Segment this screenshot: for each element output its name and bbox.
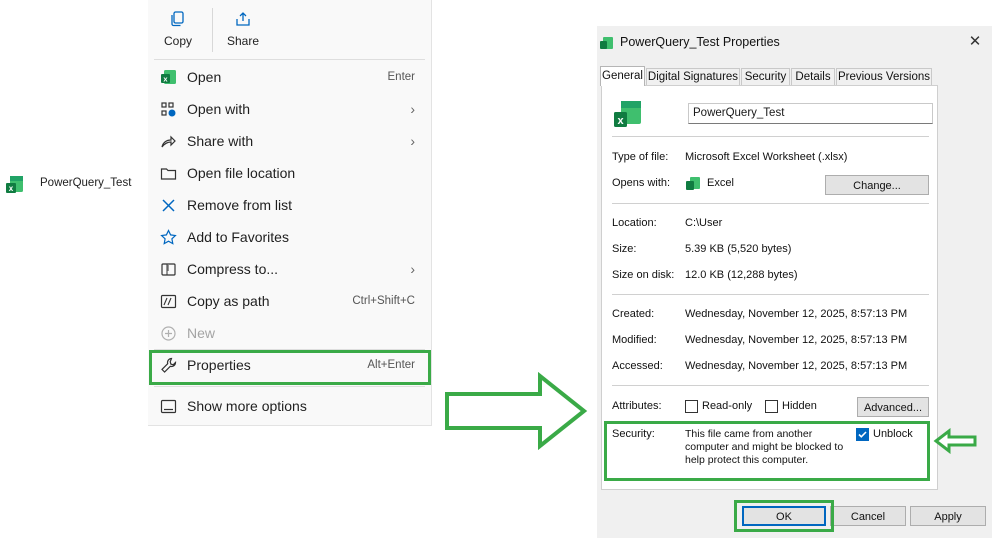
created-value: Wednesday, November 12, 2025, 8:57:13 PM xyxy=(685,308,908,320)
excel-small-icon xyxy=(685,176,701,191)
open-with-icon xyxy=(160,101,177,118)
menu-item-open[interactable]: x Open Enter xyxy=(148,61,431,93)
size-label: Size: xyxy=(612,243,637,255)
menu-item-copy-as-path[interactable]: Copy as path Ctrl+Shift+C xyxy=(148,285,431,317)
menu-item-shortcut: Ctrl+Shift+C xyxy=(352,295,415,307)
properties-highlight xyxy=(149,350,431,385)
menu-item-label: Remove from list xyxy=(187,197,293,213)
share-label: Share xyxy=(226,34,260,48)
copy-icon xyxy=(169,10,187,28)
size-on-disk-label: Size on disk: xyxy=(612,269,675,281)
chevron-right-icon: › xyxy=(410,101,415,117)
hidden-checkbox[interactable] xyxy=(765,400,778,413)
menu-item-open-with[interactable]: Open with › xyxy=(148,93,431,125)
menu-item-label: New xyxy=(187,325,216,341)
share-icon xyxy=(234,10,252,28)
separator xyxy=(612,385,929,386)
menu-item-share-with[interactable]: Share with › xyxy=(148,125,431,157)
copy-label: Copy xyxy=(163,34,192,48)
arrow-right-icon xyxy=(444,372,588,450)
size-value: 5.39 KB (5,520 bytes) xyxy=(685,243,792,255)
accessed-value: Wednesday, November 12, 2025, 8:57:13 PM xyxy=(685,360,908,372)
desktop-file-label: PowerQuery_Test xyxy=(40,177,132,189)
menu-item-compress-to[interactable]: Compress to... › xyxy=(148,253,431,285)
star-icon xyxy=(160,229,177,246)
copy-button[interactable]: Copy xyxy=(148,10,208,48)
created-label: Created: xyxy=(612,308,655,320)
hidden-label: Hidden xyxy=(782,400,817,412)
location-value: C:\User xyxy=(685,217,723,229)
location-label: Location: xyxy=(612,217,657,229)
menu-item-open-file-location[interactable]: Open file location xyxy=(148,157,431,189)
menu-item-label: Share with xyxy=(187,133,254,149)
apply-button[interactable]: Apply xyxy=(910,506,986,526)
security-highlight xyxy=(604,421,930,481)
dialog-title: PowerQuery_Test Properties xyxy=(620,35,780,49)
menu-item-label: Compress to... xyxy=(187,261,279,277)
plus-circle-icon xyxy=(160,325,177,342)
menu-item-label: Add to Favorites xyxy=(187,229,289,245)
tab-previous-versions[interactable]: Previous Versions xyxy=(836,68,932,85)
copy-path-icon xyxy=(160,293,177,310)
x-icon xyxy=(160,197,177,214)
advanced-button[interactable]: Advanced... xyxy=(857,397,929,417)
menu-divider xyxy=(154,59,425,60)
excel-file-icon: x xyxy=(4,174,26,196)
more-options-icon xyxy=(160,398,177,415)
menu-item-label: Copy as path xyxy=(187,293,270,309)
accessed-label: Accessed: xyxy=(612,360,663,372)
close-icon[interactable]: ✕ xyxy=(966,32,984,50)
modified-label: Modified: xyxy=(612,334,657,346)
tab-digital-signatures[interactable]: Digital Signatures xyxy=(646,68,740,85)
menu-item-label: Open xyxy=(187,69,222,85)
attributes-label: Attributes: xyxy=(612,400,662,412)
size-on-disk-value: 12.0 KB (12,288 bytes) xyxy=(685,269,798,281)
cancel-button[interactable]: Cancel xyxy=(830,506,906,526)
excel-large-icon: x xyxy=(612,100,644,130)
menu-item-new: New xyxy=(148,317,431,349)
change-button[interactable]: Change... xyxy=(825,175,929,195)
share-button[interactable]: Share xyxy=(213,10,273,48)
readonly-label: Read-only xyxy=(702,400,753,412)
tab-general[interactable]: General xyxy=(600,66,645,86)
modified-value: Wednesday, November 12, 2025, 8:57:13 PM xyxy=(685,334,908,346)
opens-with-value: Excel xyxy=(707,177,734,189)
menu-item-add-to-favorites[interactable]: Add to Favorites xyxy=(148,221,431,253)
chevron-right-icon: › xyxy=(410,133,415,149)
readonly-checkbox[interactable] xyxy=(685,400,698,413)
menu-item-shortcut: Enter xyxy=(387,71,416,83)
menu-item-label: Show more options xyxy=(187,398,307,414)
excel-icon: x xyxy=(160,69,177,86)
zip-icon xyxy=(160,261,177,278)
arrow-left-icon xyxy=(933,428,978,454)
chevron-right-icon: › xyxy=(410,261,415,277)
menu-item-remove-from-list[interactable]: Remove from list xyxy=(148,189,431,221)
menu-divider xyxy=(154,386,425,387)
menu-item-label: Open file location xyxy=(187,165,296,181)
menu-item-show-more-options[interactable]: Show more options xyxy=(148,390,431,422)
menu-item-label: Open with xyxy=(187,101,251,117)
share-with-icon xyxy=(160,133,177,150)
desktop-file[interactable]: x PowerQuery_Test xyxy=(0,168,145,202)
svg-text:x: x xyxy=(617,115,624,127)
separator xyxy=(612,294,929,295)
file-name-input[interactable]: PowerQuery_Test xyxy=(688,103,933,124)
excel-title-icon xyxy=(599,36,614,51)
opens-with-label: Opens with: xyxy=(612,177,671,189)
separator xyxy=(612,136,929,137)
ok-highlight xyxy=(734,500,834,532)
svg-text:x: x xyxy=(9,184,14,193)
tab-security[interactable]: Security xyxy=(741,68,790,85)
folder-icon xyxy=(160,165,177,182)
type-value: Microsoft Excel Worksheet (.xlsx) xyxy=(685,151,848,163)
tab-details[interactable]: Details xyxy=(791,68,835,85)
type-label: Type of file: xyxy=(612,151,669,163)
separator xyxy=(612,203,929,204)
